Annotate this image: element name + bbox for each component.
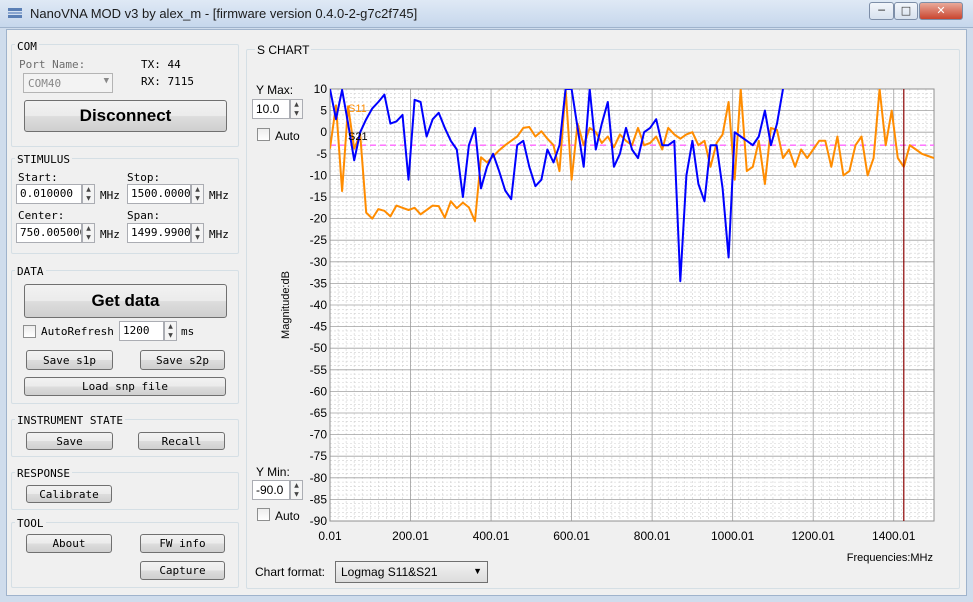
ymin-label: Y Min:	[256, 465, 290, 479]
app-icon	[8, 8, 22, 18]
ymax-stepper[interactable]: ▲ ▼	[290, 99, 303, 119]
autorefresh-label: AutoRefresh	[41, 325, 114, 338]
instrument-section-label: INSTRUMENT STATE	[15, 414, 125, 427]
capture-button[interactable]: Capture	[140, 561, 225, 580]
recall-button[interactable]: Recall	[138, 432, 225, 450]
fw-info-button[interactable]: FW info	[140, 534, 225, 553]
load-snp-label: Load snp file	[81, 380, 169, 393]
chart-format-value: Logmag S11&S21	[341, 565, 438, 579]
span-value: 1499.99000	[131, 226, 191, 239]
chart-format-label: Chart format:	[255, 565, 326, 579]
save-s2p-label: Save s2p	[156, 353, 209, 367]
minimize-button[interactable]: ─	[869, 2, 894, 20]
capture-label: Capture	[159, 564, 206, 577]
ymin-value: -90.0	[256, 483, 284, 497]
disconnect-label: Disconnect	[79, 106, 172, 125]
com-section-label: COM	[15, 40, 39, 53]
stop-value: 1500.00000	[131, 187, 191, 200]
port-name-label: Port Name:	[19, 58, 86, 71]
start-label: Start:	[18, 171, 58, 184]
span-input[interactable]: 1499.99000	[127, 223, 191, 243]
start-unit: MHz	[100, 189, 120, 202]
ymax-auto-label: Auto	[275, 129, 300, 143]
interval-unit: ms	[181, 325, 195, 338]
start-value: 0.010000	[20, 187, 73, 200]
calibrate-label: Calibrate	[39, 487, 99, 501]
maximize-icon: □	[900, 4, 912, 17]
maximize-button[interactable]: □	[894, 2, 918, 20]
title-bar: NanoVNA MOD v3 by alex_m - [firmware ver…	[0, 0, 973, 28]
ymax-label: Y Max:	[256, 83, 294, 97]
chevron-down-icon: ▼	[103, 76, 109, 86]
center-stepper[interactable]: ▲ ▼	[82, 223, 95, 243]
ymax-input[interactable]: 10.0	[252, 99, 290, 119]
response-section-label: RESPONSE	[15, 467, 72, 480]
rx-count: RX: 7115	[141, 75, 194, 88]
save-state-button[interactable]: Save	[26, 432, 113, 450]
center-unit: MHz	[100, 228, 120, 241]
tool-section-label: TOOL	[15, 517, 46, 530]
about-label: About	[52, 537, 86, 550]
ymax-value: 10.0	[256, 102, 280, 116]
stop-stepper[interactable]: ▲ ▼	[191, 184, 204, 204]
save-state-label: Save	[56, 434, 83, 448]
data-section-label: DATA	[15, 265, 46, 278]
span-unit: MHz	[209, 228, 229, 241]
close-button[interactable]: ✕	[919, 2, 963, 20]
center-value: 750.005000	[20, 226, 82, 239]
stop-unit: MHz	[209, 189, 229, 202]
get-data-button[interactable]: Get data	[24, 284, 227, 318]
center-label: Center:	[18, 209, 65, 222]
disconnect-button[interactable]: Disconnect	[24, 100, 227, 132]
fw-info-label: FW info	[159, 537, 206, 550]
tx-count: TX: 44	[141, 58, 181, 71]
get-data-label: Get data	[91, 291, 160, 310]
ymin-stepper[interactable]: ▲ ▼	[290, 480, 303, 500]
interval-stepper[interactable]: ▲ ▼	[164, 321, 177, 341]
ymin-input[interactable]: -90.0	[252, 480, 290, 500]
stop-label: Stop:	[127, 171, 161, 184]
ymin-auto-label: Auto	[275, 509, 300, 523]
about-button[interactable]: About	[26, 534, 112, 553]
save-s2p-button[interactable]: Save s2p	[140, 350, 225, 370]
stimulus-section-label: STIMULUS	[15, 153, 72, 166]
ymin-auto-checkbox[interactable]	[257, 508, 270, 521]
calibrate-button[interactable]: Calibrate	[26, 485, 112, 503]
schart-group	[246, 49, 960, 589]
close-icon: ✕	[936, 4, 946, 17]
save-s1p-button[interactable]: Save s1p	[26, 350, 113, 370]
interval-value: 1200	[123, 324, 150, 337]
start-input[interactable]: 0.010000	[16, 184, 82, 204]
chart-format-select[interactable]: Logmag S11&S21 ▼	[335, 561, 488, 583]
port-select-value: COM40	[28, 77, 62, 90]
start-stepper[interactable]: ▲ ▼	[82, 184, 95, 204]
load-snp-button[interactable]: Load snp file	[24, 377, 226, 396]
span-stepper[interactable]: ▲ ▼	[191, 223, 204, 243]
port-select[interactable]: COM40 ▼	[23, 73, 113, 93]
schart-section-label: S CHART	[255, 43, 312, 57]
interval-input[interactable]: 1200	[119, 321, 164, 341]
autorefresh-checkbox[interactable]	[23, 325, 36, 338]
stop-input[interactable]: 1500.00000	[127, 184, 191, 204]
minimize-icon: ─	[878, 4, 885, 17]
chevron-down-icon: ▼	[473, 566, 482, 576]
save-s1p-label: Save s1p	[43, 353, 96, 367]
recall-label: Recall	[161, 434, 202, 448]
span-label: Span:	[127, 209, 161, 222]
window-title: NanoVNA MOD v3 by alex_m - [firmware ver…	[30, 6, 418, 21]
ymax-auto-checkbox[interactable]	[257, 128, 270, 141]
center-input[interactable]: 750.005000	[16, 223, 82, 243]
